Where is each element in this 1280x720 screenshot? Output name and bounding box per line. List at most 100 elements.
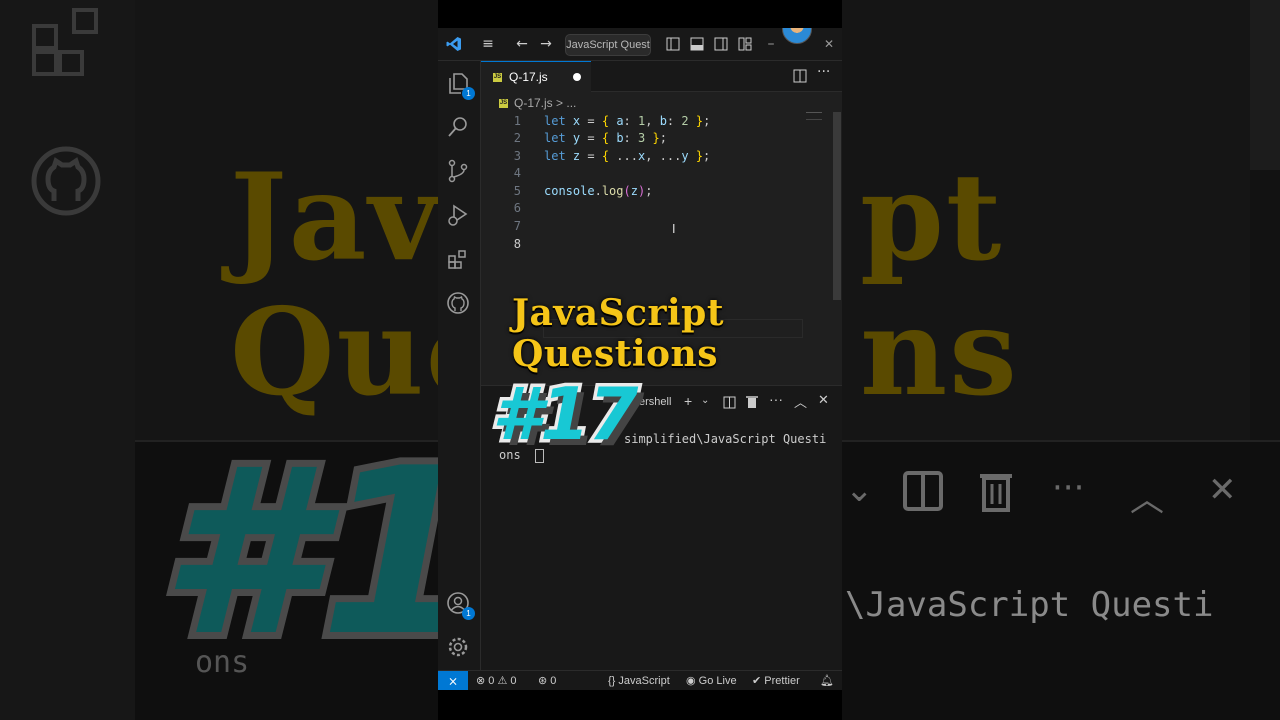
explorer-badge: 1 [462, 87, 475, 100]
chevron-down-icon[interactable]: ⌄ [701, 395, 709, 406]
run-debug-icon[interactable] [446, 203, 472, 229]
letterbox-top [438, 0, 842, 28]
code-line: 2 let y = { b: 3 }; [481, 130, 831, 147]
bg-split-icon [903, 471, 943, 511]
search-icon[interactable] [446, 115, 472, 141]
bg-scrollbar [1250, 0, 1280, 170]
warning-icon: ⚠ [497, 675, 508, 687]
bg-more-icon: ··· [1052, 468, 1085, 508]
kill-terminal-trash-icon[interactable] [746, 395, 758, 409]
code-line-text: let y = { b: 3 }; [544, 131, 667, 145]
title-bar: ≡ ← → JavaScript Quest – ✕ [438, 28, 842, 61]
explorer-icon[interactable]: 1 [446, 71, 475, 100]
toggle-primary-sidebar-icon[interactable] [666, 37, 680, 51]
toggle-secondary-sidebar-icon[interactable] [714, 37, 728, 51]
split-editor-icon[interactable] [793, 69, 807, 83]
terminal-shell-label[interactable]: ershell [639, 396, 671, 408]
minimap[interactable] [806, 112, 822, 120]
bg-chevron-up-icon: ︿ [1130, 480, 1164, 520]
split-terminal-icon[interactable] [723, 396, 736, 409]
overlay-title-line2: Questions [512, 333, 718, 375]
bg-github-icon [31, 146, 101, 216]
remote-indicator-icon[interactable]: ⨯ [438, 671, 468, 690]
accounts-icon[interactable]: 1 [446, 591, 475, 620]
code-line: 4 [481, 165, 831, 182]
line-number: 6 [513, 201, 521, 215]
prettier-label: Prettier [764, 675, 800, 687]
code-line: 8 [481, 236, 831, 253]
breadcrumb-file[interactable]: Q-17.js [514, 96, 553, 110]
go-live-label: Go Live [698, 675, 737, 687]
bg-close-icon: ✕ [1208, 470, 1237, 510]
breadcrumb: JS Q-17.js > ... [481, 92, 842, 114]
bg-title-right: pt ns [860, 147, 1019, 423]
breadcrumb-separator: > [556, 96, 564, 110]
bg-trash-icon [980, 474, 1012, 512]
line-number: 4 [513, 166, 521, 180]
terminal-more-icon[interactable]: ··· [769, 391, 783, 407]
warning-count: 0 [510, 675, 517, 687]
go-live-button[interactable]: ◉ Go Live [686, 671, 737, 690]
ports-count: 0 [550, 675, 557, 687]
menu-icon[interactable]: ≡ [478, 28, 498, 60]
prettier-button[interactable]: ✔ Prettier [752, 671, 800, 690]
code-line: 3 let z = { ...x, ...y }; [481, 148, 831, 165]
breadcrumb-js-icon: JS [499, 99, 508, 109]
code-line: 7 [481, 218, 831, 235]
ports-indicator[interactable]: ⊛ 0 [538, 671, 556, 690]
status-bar: ⨯ ⊗ 0 ⚠ 0 ⊛ 0 {} JavaScript ◉ Go Live ✔ … [438, 670, 842, 690]
notifications-bell-icon[interactable]: 🔔︎ [820, 671, 834, 690]
close-panel-icon[interactable]: ✕ [818, 392, 829, 408]
code-line-text: console.log(z); [544, 184, 653, 198]
back-arrow-icon[interactable]: ← [513, 28, 531, 60]
language-mode[interactable]: {} JavaScript [608, 671, 670, 690]
broadcast-icon: ◉ [686, 675, 696, 687]
toggle-panel-icon[interactable] [690, 37, 704, 51]
source-control-icon[interactable] [446, 159, 472, 185]
error-count: 0 [488, 675, 495, 687]
line-number: 1 [513, 114, 521, 128]
tab-label: Q-17.js [509, 70, 548, 84]
bg-sidebar [0, 0, 135, 720]
code-line-text: let z = { ...x, ...y }; [544, 149, 711, 163]
vscode-logo-icon [446, 37, 461, 51]
ports-icon: ⊛ [538, 675, 548, 687]
accounts-badge: 1 [462, 607, 475, 620]
extensions-icon[interactable] [446, 247, 472, 273]
line-number: 3 [513, 149, 521, 163]
bg-chevron-icon: ⌄ [845, 470, 874, 510]
overlay-title-line1: JavaScript [512, 292, 724, 334]
customize-layout-icon[interactable] [738, 37, 752, 51]
more-actions-icon[interactable]: ··· [817, 64, 830, 80]
maximize-panel-chevron-up-icon[interactable]: ︿ [794, 392, 807, 411]
breadcrumb-more[interactable]: ... [566, 96, 576, 110]
terminal-output-line: simplified\JavaScript Questi [624, 432, 827, 446]
code-line-text: let x = { a: 1, b: 2 }; [544, 114, 711, 128]
tab-q17-js[interactable]: JS Q-17.js [481, 61, 591, 92]
code-line: 5 console.log(z); [481, 183, 831, 200]
bg-terminal-text: \JavaScript Questi [845, 585, 1214, 625]
code-line: 6 [481, 200, 831, 217]
javascript-file-icon: JS [493, 73, 502, 83]
command-center-search[interactable]: JavaScript Quest [565, 34, 651, 56]
close-icon[interactable]: ✕ [822, 28, 836, 60]
editor-scrollbar[interactable] [833, 112, 841, 300]
settings-gear-icon[interactable] [446, 635, 472, 661]
line-number: 8 [513, 237, 521, 251]
letterbox-bottom [438, 690, 842, 720]
braces-icon: {} [608, 675, 616, 687]
line-number: 2 [513, 131, 521, 145]
unsaved-dot-icon[interactable] [573, 73, 581, 81]
code-line: 1 let x = { a: 1, b: 2 }; [481, 113, 831, 130]
error-icon: ⊗ [476, 675, 486, 687]
problems-indicator[interactable]: ⊗ 0 ⚠ 0 [476, 671, 517, 690]
double-check-icon: ✔ [752, 675, 762, 687]
github-icon[interactable] [446, 291, 472, 317]
minimize-icon[interactable]: – [764, 28, 778, 60]
new-terminal-icon[interactable]: + [684, 393, 692, 409]
line-number: 5 [513, 184, 521, 198]
question-number-badge: #17 [488, 369, 641, 460]
activity-bar: 1 1 [438, 61, 481, 670]
forward-arrow-icon[interactable]: → [537, 28, 555, 60]
overlay-title: JavaScript Questions [512, 293, 724, 375]
